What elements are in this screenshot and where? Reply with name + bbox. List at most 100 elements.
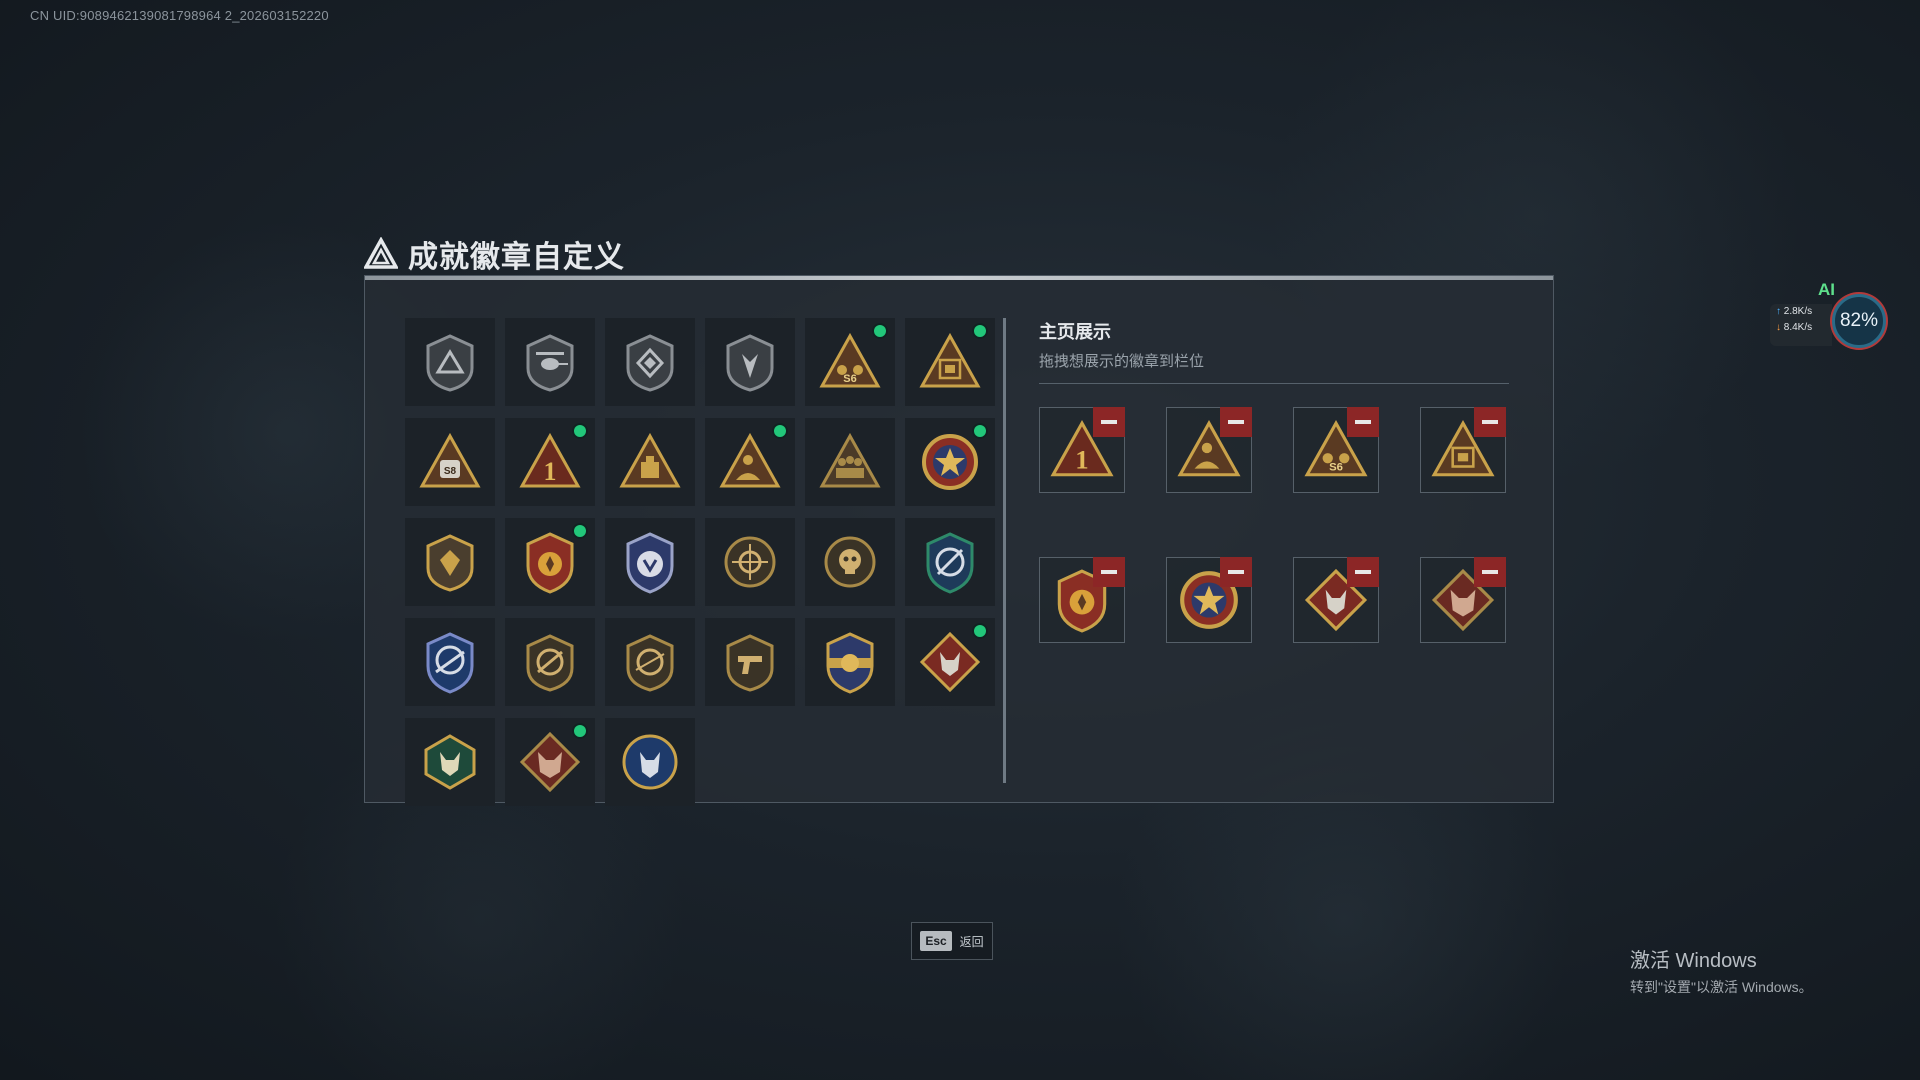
remove-badge-button[interactable] [1474,557,1506,587]
svg-text:S6: S6 [1329,462,1343,474]
blue-target-shield-badge-icon [926,532,974,594]
badge-cell-green-wolf-badge[interactable] [405,718,495,806]
number-one-triangle-badge-icon: 1 [519,432,581,488]
emblem-shield-badge-icon [426,534,474,592]
star-medal-badge-icon [922,434,978,490]
green-wolf-badge-icon [424,734,476,790]
badge-cell-blue-target-shield-badge[interactable] [905,518,995,606]
upload-row: ↑ 2.8K/s [1770,304,1832,320]
panel-top-bar [365,276,1553,280]
showcase-slot-5[interactable] [1039,557,1125,643]
rifle-shield-badge-icon [526,634,574,692]
badge-cell-skull-round-badge[interactable] [805,518,895,606]
showcase-title: 主页展示 [1039,322,1111,342]
panel-divider[interactable] [1003,318,1006,783]
cpu-usage-text: 82% [1839,310,1879,331]
gift-triangle-badge-icon [919,332,981,388]
badge-cell-gold-wings-badge[interactable] [805,618,895,706]
remove-badge-button[interactable] [1093,557,1125,587]
s6-triangle-badge-icon: S6 [819,332,881,388]
squad-triangle-badge-icon [819,432,881,488]
badge-cell-blue-rifle-shield-badge[interactable] [405,618,495,706]
ai-label: AI [1818,280,1835,299]
pistol-shield-badge-icon [726,634,774,692]
minus-icon [1228,570,1244,574]
badge-cell-blue-wolf-badge[interactable] [605,718,695,806]
badge-cell-emblem-shield-badge[interactable] [405,518,495,606]
download-speed: 8.4K/s [1783,322,1813,333]
uid-text: CN UID:9089462139081798964 2_20260315222… [30,8,329,23]
blue-crest-badge-icon [626,532,674,594]
badge-cell-squad-triangle-badge[interactable] [805,418,895,506]
page-header: 成就徽章自定义 [364,232,625,276]
showcase-slot-2[interactable] [1166,407,1252,493]
remove-badge-button[interactable] [1220,557,1252,587]
gold-wings-badge-icon [826,632,874,694]
svg-text:1: 1 [544,457,557,486]
new-indicator-dot [874,325,886,337]
new-indicator-dot [574,525,586,537]
showcase-header: 主页展示 拖拽想展示的徽章到栏位 [1039,318,1509,384]
badge-cell-star-medal-badge[interactable] [905,418,995,506]
remove-badge-button[interactable] [1347,557,1379,587]
showcase-slot-4[interactable] [1420,407,1506,493]
download-row: ↓ 8.4K/s [1770,320,1832,336]
red-wolf-badge-icon [519,731,581,793]
showcase-slot-grid: 1 S6 [1039,407,1506,643]
badge-cell-s8-triangle-badge[interactable]: S8 [405,418,495,506]
new-indicator-dot [574,725,586,737]
showcase-slot-6[interactable] [1166,557,1252,643]
s8-triangle-badge-icon: S8 [419,432,481,488]
badge-cell-diamond-shield-badge[interactable] [605,318,695,406]
badge-cell-wolf-diamond-badge[interactable] [905,618,995,706]
download-arrow-icon: ↓ [1776,322,1781,333]
badge-cell-number-one-triangle-badge[interactable]: 1 [505,418,595,506]
cpu-usage-gauge: 82% [1832,294,1886,348]
new-indicator-dot [574,425,586,437]
badge-cell-blue-crest-badge[interactable] [605,518,695,606]
badge-cell-crosshair-round-badge[interactable] [705,518,795,606]
esc-back-button[interactable]: Esc 返回 [911,922,993,960]
minus-icon [1355,420,1371,424]
showcase-slot-8[interactable] [1420,557,1506,643]
delta-logo-icon [364,237,398,269]
badge-cell-rifle-shield-badge[interactable] [505,618,595,706]
badge-cell-pistol-shield-badge[interactable] [705,618,795,706]
eagle-medal-badge-icon [526,532,574,594]
new-indicator-dot [974,325,986,337]
showcase-slot-3[interactable]: S6 [1293,407,1379,493]
badge-cell-red-wolf-badge[interactable] [505,718,595,806]
badge-collection-grid: S6 S8 1 [405,318,995,806]
badge-cell-arrow-shield-badge[interactable] [705,318,795,406]
badge-cell-sniper-shield-badge[interactable] [605,618,695,706]
minus-icon [1355,570,1371,574]
remove-badge-button[interactable] [1093,407,1125,437]
badge-cell-helicopter-shield-badge[interactable] [505,318,595,406]
helicopter-shield-badge-icon [526,334,574,392]
network-monitor-widget[interactable]: AI ↑ 2.8K/s ↓ 8.4K/s 82% [1770,280,1890,355]
new-indicator-dot [974,625,986,637]
showcase-slot-1[interactable]: 1 [1039,407,1125,493]
badge-cell-eagle-medal-badge[interactable] [505,518,595,606]
remove-badge-button[interactable] [1220,407,1252,437]
badge-cell-operator-triangle-badge[interactable] [705,418,795,506]
badge-cell-triangle-shield-badge[interactable] [405,318,495,406]
network-speed-box: ↑ 2.8K/s ↓ 8.4K/s [1770,304,1832,346]
diamond-shield-badge-icon [626,334,674,392]
wolf-diamond-badge-icon [919,631,981,693]
arrow-shield-badge-icon [726,334,774,392]
operator-triangle-badge-icon [719,432,781,488]
showcase-slot-7[interactable] [1293,557,1379,643]
badge-cell-gift-triangle-badge[interactable] [905,318,995,406]
skull-round-badge-icon [824,536,876,588]
badge-cell-s6-triangle-badge[interactable]: S6 [805,318,895,406]
minus-icon [1101,570,1117,574]
badge-cell-vault-triangle-badge[interactable] [605,418,695,506]
blue-rifle-shield-badge-icon [426,632,474,694]
activation-title: 激活 Windows [1630,950,1757,972]
remove-badge-button[interactable] [1474,407,1506,437]
remove-badge-button[interactable] [1347,407,1379,437]
blue-wolf-badge-icon [622,734,678,790]
crosshair-round-badge-icon [724,536,776,588]
page-title: 成就徽章自定义 [408,241,625,274]
